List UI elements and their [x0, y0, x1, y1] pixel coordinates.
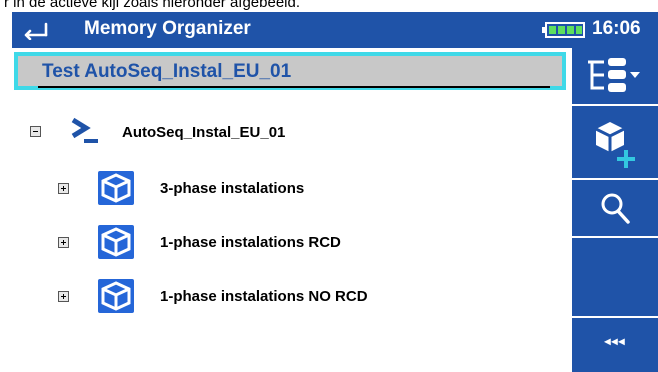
tree-view-menu-button[interactable] [572, 48, 658, 104]
page-title: Memory Organizer [84, 18, 251, 39]
empty-toolbar-slot [572, 238, 658, 316]
search-icon [601, 193, 630, 224]
tree-row-label: 1-phase instalations NO RCD [160, 288, 368, 305]
selected-object-bar[interactable]: Test AutoSeq_Instal_EU_01 [14, 52, 566, 90]
selected-object-label: Test AutoSeq_Instal_EU_01 [42, 61, 292, 82]
clock: 16:06 [592, 18, 641, 39]
add-structure-button[interactable] [572, 106, 658, 178]
more-icon: ◂◂◂ [604, 334, 626, 348]
tree-row-label: AutoSeq_Instal_EU_01 [122, 124, 286, 141]
add-structure-icon [595, 122, 635, 168]
caption-text: r in de actieve kijl zoals hieronder afg… [4, 0, 301, 11]
cube-icon [98, 279, 134, 313]
right-toolbar: ◂◂◂ [572, 48, 658, 372]
memory-tree-panel: Test AutoSeq_Instal_EU_01 AutoSeq_Instal… [12, 48, 572, 372]
battery-icon [542, 22, 585, 38]
collapse-toggle[interactable] [30, 126, 41, 137]
cube-icon [98, 171, 134, 205]
expand-toggle[interactable] [58, 237, 69, 248]
tree-row-child[interactable]: 1-phase instalations RCD [12, 224, 552, 264]
auto-sequence-icon [71, 117, 98, 143]
cube-icon [98, 225, 134, 259]
search-button[interactable] [572, 180, 658, 236]
tree-row-child[interactable]: 1-phase instalations NO RCD [12, 278, 552, 318]
header-bar: Memory Organizer 16:06 [12, 12, 658, 48]
selected-underline [38, 86, 550, 88]
expand-toggle[interactable] [58, 183, 69, 194]
tree-row-label: 3-phase instalations [160, 180, 305, 197]
back-icon[interactable] [24, 20, 50, 40]
expand-toggle[interactable] [58, 291, 69, 302]
tree-row-child[interactable]: 3-phase instalations [12, 170, 552, 210]
tree-view-menu-icon [588, 58, 640, 92]
tree-row-root[interactable]: AutoSeq_Instal_EU_01 [12, 112, 552, 152]
tree-row-label: 1-phase instalations RCD [160, 234, 341, 251]
more-button[interactable]: ◂◂◂ [572, 318, 658, 372]
